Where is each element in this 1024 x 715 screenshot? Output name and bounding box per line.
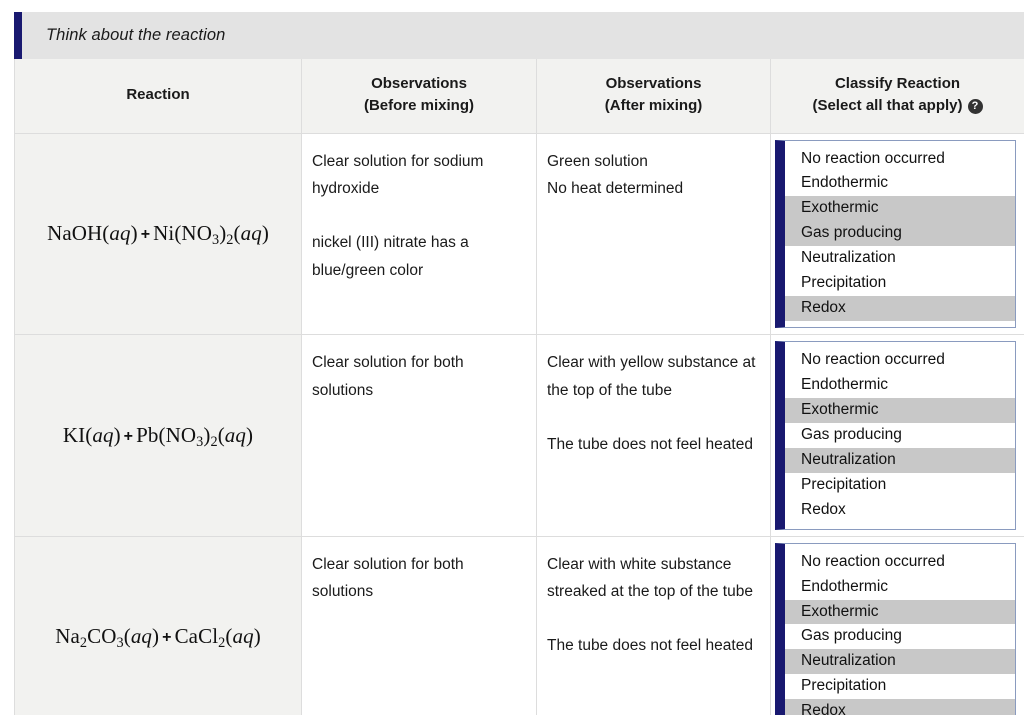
classify-cell-3: No reaction occurred Endothermic Exothermi…	[770, 535, 1024, 715]
observation-text: Clear with yellow substance at the top o…	[547, 354, 756, 399]
observations-after-cell-1: Green solution No heat determined	[536, 132, 771, 336]
classification-listbox-3[interactable]: No reaction occurred Endothermic Exothermi…	[775, 542, 1016, 715]
classification-option[interactable]: Endothermic	[785, 373, 1015, 398]
observation-text: Clear solution for sodium hydroxide	[312, 152, 484, 198]
column-header-classify-line2: (Select all that apply)	[812, 96, 963, 114]
classification-option[interactable]: Precipitation	[785, 473, 1015, 498]
classify-cell-2: No reaction occurred Endothermic Exothermi…	[770, 334, 1024, 537]
classification-option[interactable]: No reaction occurred	[785, 348, 1015, 373]
column-header-classify: Classify Reaction (Select all that apply…	[770, 59, 1024, 134]
classify-cell-1: No reaction occurred Endothermic Exothermi…	[770, 132, 1024, 336]
reaction-formula-3: Na2CO3(aq) + CaCl2(aq)	[55, 624, 261, 652]
table-row: KI(aq) + Pb(NO3)2(aq) Clear solution for b…	[14, 334, 1024, 537]
classification-option[interactable]: Neutralization	[785, 649, 1015, 675]
column-header-before: Observations (Before mixing)	[301, 59, 537, 134]
section-accent-bar	[14, 12, 22, 59]
classification-option[interactable]: No reaction occurred	[785, 147, 1015, 172]
classification-option[interactable]: Gas producing	[785, 423, 1015, 448]
observations-after-cell-3: Clear with white substance streaked at t…	[536, 535, 771, 715]
classification-option[interactable]: Precipitation	[785, 674, 1015, 699]
table-row: NaOH(aq) + Ni(NO3)2(aq) Clear solution for…	[14, 132, 1024, 336]
column-header-classify-line2-wrap: (Select all that apply)?	[779, 95, 1016, 117]
page-root: Think about the reaction Reaction Observ…	[0, 0, 1024, 715]
section-header-bar: Think about the reaction	[14, 12, 1024, 59]
observation-text: Green solution	[547, 152, 648, 170]
classification-option[interactable]: Gas producing	[785, 624, 1015, 649]
reaction-observations-table: Reaction Observations (Before mixing) Ob…	[14, 59, 1024, 715]
classification-option[interactable]: Precipitation	[785, 271, 1015, 296]
observations-before-cell-3: Clear solution for both solutions	[301, 535, 537, 715]
column-header-reaction-label: Reaction	[126, 85, 190, 103]
column-header-before-line2: (Before mixing)	[363, 96, 474, 114]
table-header-row: Reaction Observations (Before mixing) Ob…	[14, 59, 1024, 134]
observation-text: No heat determined	[547, 180, 684, 198]
reaction-formula-cell-2: KI(aq) + Pb(NO3)2(aq)	[14, 334, 302, 537]
observation-text: Clear solution for both solutions	[312, 555, 464, 601]
classification-option[interactable]: Gas producing	[785, 221, 1015, 247]
column-header-before-line1: Observations	[371, 75, 467, 92]
classification-listbox-2[interactable]: No reaction occurred Endothermic Exothermi…	[775, 341, 1016, 530]
observations-before-cell-2: Clear solution for both solutions	[301, 334, 537, 537]
observation-text: Clear solution for both solutions	[312, 354, 464, 399]
reaction-formula-2: KI(aq) + Pb(NO3)2(aq)	[62, 422, 254, 450]
observation-text: The tube does not feel heated	[547, 435, 753, 453]
help-icon[interactable]: ?	[967, 98, 983, 114]
observation-text: Clear with white substance streaked at t…	[547, 555, 753, 601]
table-row: Na2CO3(aq) + CaCl2(aq) Clear solution for …	[14, 535, 1024, 715]
classification-option[interactable]: Neutralization	[785, 447, 1015, 473]
column-header-reaction: Reaction	[14, 59, 302, 134]
column-header-classify-line1: Classify Reaction	[834, 75, 961, 92]
classification-option[interactable]: Redox	[785, 498, 1015, 523]
observations-after-cell-2: Clear with yellow substance at the top o…	[536, 334, 771, 537]
classification-option[interactable]: Redox	[785, 699, 1015, 715]
column-header-after: Observations (After mixing)	[536, 59, 771, 134]
column-header-after-line2: (After mixing)	[604, 96, 703, 114]
classification-option[interactable]: Redox	[785, 296, 1015, 322]
reaction-formula-cell-3: Na2CO3(aq) + CaCl2(aq)	[14, 535, 302, 715]
classification-option[interactable]: Endothermic	[785, 575, 1015, 600]
classification-option[interactable]: No reaction occurred	[785, 550, 1015, 575]
classification-option[interactable]: Exothermic	[785, 397, 1015, 423]
observation-text: nickel (III) nitrate has a blue/green co…	[312, 233, 469, 279]
column-header-after-line1: Observations	[605, 75, 702, 92]
observations-before-cell-1: Clear solution for sodium hydroxide nick…	[301, 132, 537, 336]
reaction-formula-1: NaOH(aq) + Ni(NO3)2(aq)	[47, 221, 269, 249]
classification-listbox-1[interactable]: No reaction occurred Endothermic Exothermi…	[775, 139, 1016, 329]
observation-text: The tube does not feel heated	[547, 637, 753, 655]
classification-option[interactable]: Endothermic	[785, 171, 1015, 196]
classification-option[interactable]: Exothermic	[785, 599, 1015, 625]
reaction-formula-cell-1: NaOH(aq) + Ni(NO3)2(aq)	[14, 132, 302, 336]
classification-option[interactable]: Neutralization	[785, 246, 1015, 271]
classification-option[interactable]: Exothermic	[785, 196, 1015, 222]
section-title: Think about the reaction	[46, 26, 226, 44]
